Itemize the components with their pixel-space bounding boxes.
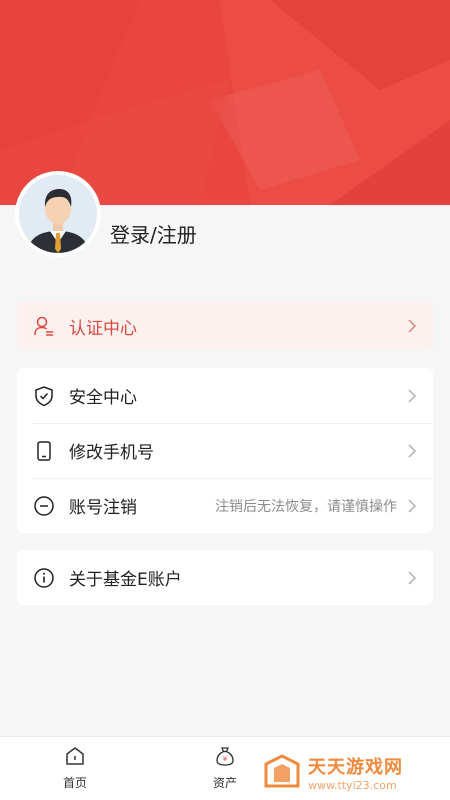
menu-item-security[interactable]: 安全中心 (17, 368, 433, 423)
tab-assets[interactable]: ¥ 资产 (195, 745, 255, 791)
menu-item-label: 安全中心 (69, 388, 137, 408)
tab-home[interactable]: 首页 (45, 745, 105, 791)
info-icon (33, 567, 55, 589)
auth-center-card[interactable]: 认证中心 (17, 302, 433, 350)
chevron-right-icon (408, 570, 417, 585)
menu-item-change-phone[interactable]: 修改手机号 (17, 423, 433, 478)
chevron-right-icon (408, 498, 417, 513)
tab-assets-label: 资产 (212, 776, 237, 790)
watermark-url: www.ttyl23.com (308, 778, 397, 792)
watermark-title: 天天游戏网 (308, 756, 403, 778)
avatar[interactable] (15, 171, 101, 257)
minus-circle-icon (33, 495, 55, 517)
watermark: 天天游戏网 www.ttyl23.com (262, 750, 442, 794)
tab-home-label: 首页 (62, 776, 87, 790)
money-bag-icon: ¥ (216, 747, 234, 766)
auth-center-label: 认证中心 (69, 318, 137, 339)
phone-icon (33, 440, 55, 462)
svg-text:¥: ¥ (223, 755, 228, 763)
user-verify-icon (33, 315, 55, 337)
shield-check-icon (33, 385, 55, 407)
menu-item-label: 账号注销 (69, 498, 137, 518)
person-avatar-icon (19, 175, 97, 253)
menu-item-label: 关于基金E账户 (69, 570, 182, 590)
menu-item-cancel-account[interactable]: 账号注销 注销后无法恢复，请谨慎操作 (17, 478, 433, 533)
cancel-account-hint: 注销后无法恢复，请谨慎操作 (215, 498, 397, 515)
about-card: 关于基金E账户 (17, 550, 433, 605)
menu-item-about[interactable]: 关于基金E账户 (17, 550, 433, 605)
chevron-right-icon (408, 443, 417, 458)
chevron-right-icon (408, 319, 417, 333)
settings-card: 安全中心 修改手机号 账号注销 注销后无法恢复，请谨慎操作 (17, 368, 433, 533)
auth-center-item[interactable]: 认证中心 (17, 302, 433, 350)
login-register-link[interactable]: 登录/注册 (110, 219, 197, 248)
avatar-image (19, 175, 97, 253)
watermark-logo-icon (264, 754, 300, 788)
menu-item-label: 修改手机号 (69, 443, 154, 463)
chevron-right-icon (408, 388, 417, 403)
home-icon (66, 747, 84, 765)
